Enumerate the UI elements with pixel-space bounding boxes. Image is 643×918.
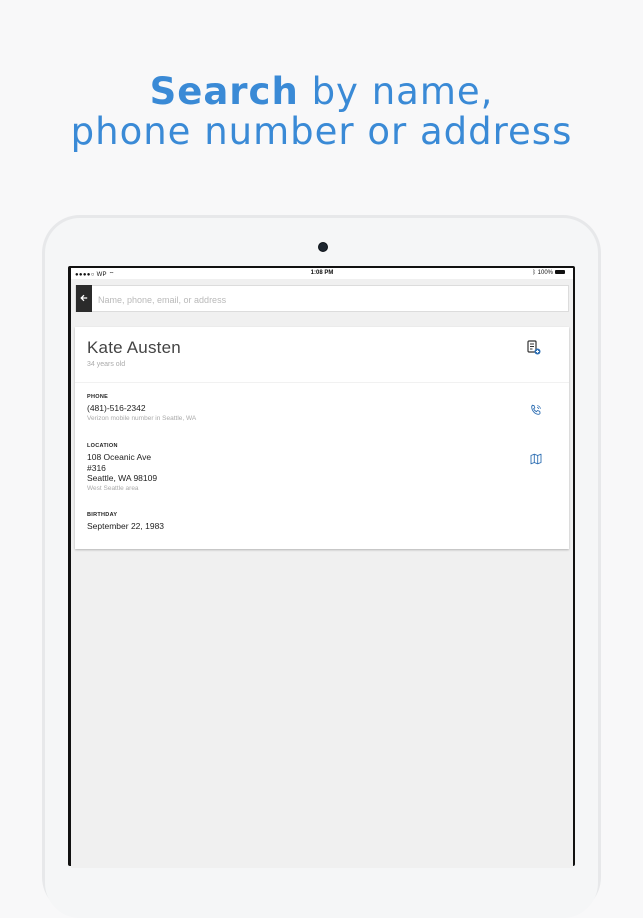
search-input[interactable] bbox=[96, 286, 560, 313]
address-line-3: Seattle, WA 98109 bbox=[87, 473, 158, 483]
phone-label: PHONE bbox=[87, 394, 109, 400]
person-age: 34 years old bbox=[87, 361, 126, 368]
address-line-1: 108 Oceanic Ave bbox=[87, 452, 152, 462]
address-line-2: #316 bbox=[87, 462, 106, 473]
phone-number[interactable]: (481)-516-2342 bbox=[87, 403, 196, 414]
status-bar: ●●●●○ WP ⌔ 1:08 PM ᛒ 100% bbox=[71, 268, 573, 279]
person-card: Kate Austen 34 years old PHONE (481)-516… bbox=[75, 327, 569, 549]
headline-line-1-rest: by name, bbox=[298, 70, 494, 113]
headline-line-1: Search by name, bbox=[0, 72, 643, 112]
back-button[interactable] bbox=[76, 285, 92, 312]
person-card-header: Kate Austen 34 years old bbox=[75, 327, 569, 383]
headline: Search by name, phone number or address bbox=[0, 72, 643, 152]
location-section: LOCATION 108 Oceanic Ave #316 Seattle, W… bbox=[87, 443, 157, 492]
contact-card-icon[interactable] bbox=[527, 340, 541, 356]
map-icon[interactable] bbox=[530, 453, 542, 465]
location-detail: West Seattle area bbox=[87, 484, 139, 492]
search-bar bbox=[75, 285, 569, 313]
status-time: 1:08 PM bbox=[310, 270, 334, 276]
phone-icon[interactable] bbox=[530, 404, 542, 416]
status-right: ᛒ 100% bbox=[532, 270, 565, 276]
bluetooth-icon: ᛒ bbox=[532, 270, 536, 276]
headline-line-2: phone number or address bbox=[70, 110, 573, 153]
headline-emphasis: Search bbox=[149, 70, 299, 113]
birthday-value: September 22, 1983 bbox=[87, 521, 165, 531]
phone-detail: Verizon mobile number in Seattle, WA bbox=[87, 414, 197, 422]
birthday-label: BIRTHDAY bbox=[87, 512, 118, 518]
ipad-camera bbox=[318, 242, 328, 252]
status-battery-text: 100% bbox=[537, 270, 553, 276]
location-label: LOCATION bbox=[87, 443, 118, 449]
phone-section: PHONE (481)-516-2342 Verizon mobile numb… bbox=[87, 394, 196, 422]
birthday-section: BIRTHDAY September 22, 1983 bbox=[87, 512, 164, 532]
app-screen: ●●●●○ WP ⌔ 1:08 PM ᛒ 100% Kate Austen 34… bbox=[71, 268, 573, 868]
battery-icon bbox=[555, 270, 565, 275]
person-name: Kate Austen bbox=[87, 338, 181, 357]
arrow-left-icon bbox=[80, 295, 88, 302]
